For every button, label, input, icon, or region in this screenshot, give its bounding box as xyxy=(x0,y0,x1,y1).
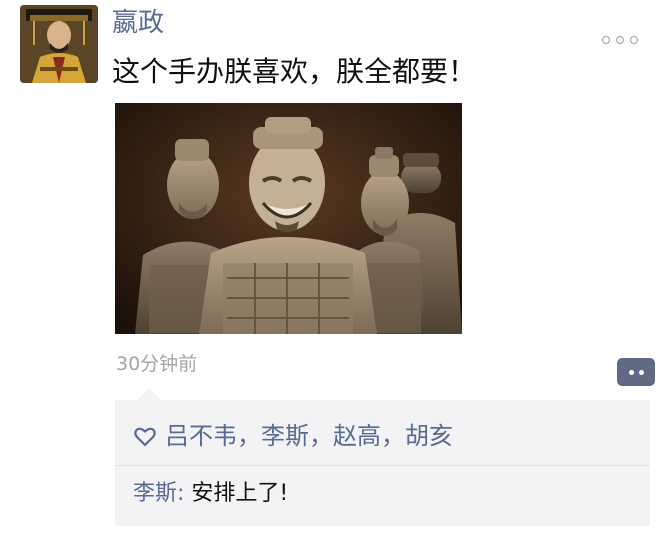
moments-post: 嬴政 这个手办朕喜欢，朕全都要！ 30分钟前 吕不韦，李斯，赵高，胡亥 李斯: … xyxy=(0,0,660,540)
likes-row: 吕不韦，李斯，赵高，胡亥 xyxy=(133,418,453,454)
divider xyxy=(115,465,650,466)
interaction-panel: 吕不韦，李斯，赵高，胡亥 李斯: 安排上了! xyxy=(115,388,650,526)
post-photo[interactable] xyxy=(115,103,462,334)
heart-icon xyxy=(134,427,156,447)
post-timestamp: 30分钟前 xyxy=(116,353,198,375)
comment-author[interactable]: 李斯 xyxy=(133,481,177,506)
comment-separator: : xyxy=(177,481,192,506)
avatar[interactable] xyxy=(20,5,98,83)
post-author[interactable]: 嬴政 xyxy=(112,6,164,40)
emperor-portrait-icon xyxy=(20,5,98,83)
terracotta-warriors-photo xyxy=(115,103,462,334)
comment-bubble-icon[interactable] xyxy=(617,358,655,386)
more-dots-icon[interactable] xyxy=(602,36,638,44)
likes-list[interactable]: 吕不韦，李斯，赵高，胡亥 xyxy=(165,418,453,454)
post-text: 这个手办朕喜欢，朕全都要！ xyxy=(112,55,477,88)
comment-item[interactable]: 李斯: 安排上了! xyxy=(133,478,288,510)
comment-text: 安排上了! xyxy=(191,481,289,506)
